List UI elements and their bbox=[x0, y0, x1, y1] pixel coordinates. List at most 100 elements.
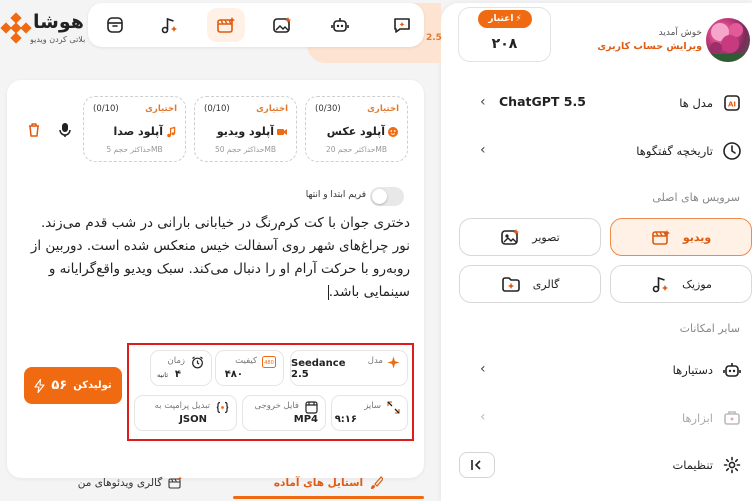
music-icon bbox=[650, 275, 670, 293]
model-pill-version: 2.5 bbox=[426, 33, 442, 43]
upload-title: آپلود صدا bbox=[113, 125, 163, 138]
service-label: گالری bbox=[532, 277, 560, 291]
section-title-main-services: سرویس های اصلی bbox=[652, 191, 740, 204]
service-label: تصویر bbox=[532, 230, 560, 244]
upload-count: (0/10) bbox=[204, 104, 230, 114]
chevron-left-icon[interactable]: ‹ bbox=[480, 409, 486, 425]
setting-value: ۹:۱۶ bbox=[334, 414, 357, 425]
setting-json[interactable]: تبدیل پرامپت به JSON bbox=[134, 395, 237, 431]
braces-icon bbox=[216, 401, 229, 414]
current-model-name[interactable]: ChatGPT 5.5 bbox=[499, 94, 586, 109]
tab-image[interactable] bbox=[263, 8, 301, 42]
trash-icon[interactable] bbox=[27, 122, 41, 138]
setting-duration[interactable]: زمان ۴ ثانیه bbox=[150, 350, 212, 386]
upload-image-card[interactable]: اختیاری (0/30) آپلود عکس حداکثر حجم 20MB bbox=[305, 96, 408, 162]
video-gallery-icon bbox=[168, 476, 183, 490]
bolt-icon: ⚡ bbox=[515, 14, 522, 24]
collapse-icon bbox=[469, 458, 485, 472]
upload-count: (0/10) bbox=[93, 104, 119, 114]
tab-ready-styles[interactable]: استایل های آماده bbox=[233, 468, 424, 498]
generate-label: تولیدکن bbox=[73, 380, 112, 391]
audio-upload-icon bbox=[165, 126, 177, 138]
frame-toggle-label: فریم ابتدا و انتها bbox=[305, 190, 366, 200]
image-icon bbox=[500, 228, 520, 246]
service-label: موزیک bbox=[682, 277, 712, 291]
upload-max-size: حداکثر حجم 50MB bbox=[214, 145, 277, 154]
upload-video-card[interactable]: اختیاری (0/10) آپلود ویدیو حداکثر حجم 50… bbox=[194, 96, 297, 162]
ai-chip-icon: AI bbox=[722, 93, 742, 113]
sidebar-item-models[interactable]: مدل ها AI bbox=[679, 88, 742, 118]
folder-icon bbox=[105, 15, 125, 35]
sidebar-item-settings[interactable]: تنظیمات bbox=[672, 450, 742, 480]
svg-text:AI: AI bbox=[728, 101, 736, 109]
service-image-button[interactable]: تصویر bbox=[459, 218, 601, 256]
tab-music[interactable] bbox=[150, 8, 188, 42]
resolution-icon: 480 bbox=[262, 356, 276, 368]
optional-label: اختیاری bbox=[145, 104, 177, 114]
setting-output[interactable]: فایل خروجی MP4 bbox=[242, 395, 326, 431]
section-title-other: سایر امکانات bbox=[679, 322, 740, 335]
setting-model[interactable]: مدل Seedance 2.5 bbox=[290, 350, 408, 386]
credit-badge: ⚡ اعتبار bbox=[478, 10, 532, 28]
setting-value: MP4 bbox=[293, 414, 318, 425]
image-icon bbox=[272, 15, 292, 35]
sidebar-item-label: تاریخچه گفتگوها bbox=[636, 144, 713, 158]
tab-video[interactable] bbox=[207, 8, 245, 42]
active-tab-indicator bbox=[233, 496, 424, 499]
resize-icon bbox=[387, 401, 400, 414]
sidebar-item-label: ابزارها bbox=[681, 411, 713, 425]
sidebar-item-assistants[interactable]: دستیارها bbox=[673, 355, 742, 385]
setting-value: Seedance 2.5 bbox=[291, 358, 346, 380]
sidebar-item-history[interactable]: تاریخچه گفتگوها bbox=[636, 136, 742, 166]
tab-gallery[interactable] bbox=[96, 8, 134, 42]
setting-unit: ثانیه bbox=[157, 371, 169, 379]
brush-icon bbox=[369, 476, 384, 490]
prompt-text: دختری جوان با کت کرم‌رنگ در خیابانی بارا… bbox=[30, 215, 410, 300]
service-music-button[interactable]: موزیک bbox=[610, 265, 752, 303]
upload-count: (0/30) bbox=[315, 104, 341, 114]
tab-chat[interactable] bbox=[383, 8, 421, 42]
video-icon bbox=[651, 228, 671, 246]
setting-size[interactable]: سایز ۹:۱۶ bbox=[331, 395, 408, 431]
generate-cost: ۵۶ bbox=[51, 378, 68, 393]
prompt-textarea[interactable]: دختری جوان با کت کرم‌رنگ در خیابانی بارا… bbox=[30, 212, 410, 304]
chat-icon bbox=[392, 15, 412, 35]
brand-tagline: بلاتی کردن ویدیو bbox=[30, 35, 86, 44]
image-upload-icon bbox=[387, 126, 399, 138]
avatar[interactable] bbox=[706, 18, 750, 62]
chevron-left-icon[interactable]: ‹ bbox=[480, 361, 486, 377]
tab-my-videos[interactable]: گالری ویدئوهای من bbox=[30, 468, 230, 498]
setting-label: فایل خروجی bbox=[254, 401, 299, 411]
chevron-left-icon[interactable]: ‹ bbox=[480, 142, 486, 158]
welcome-text: خوش آمدید bbox=[658, 28, 702, 38]
video-icon bbox=[216, 15, 236, 35]
service-gallery-button[interactable]: گالری bbox=[459, 265, 601, 303]
tab-label: استایل های آماده bbox=[273, 477, 364, 489]
edit-account-link[interactable]: ویرایش حساب کاربری bbox=[597, 41, 702, 52]
upload-max-size: حداکثر حجم 5MB bbox=[106, 145, 163, 154]
service-label: ویدیو bbox=[682, 230, 712, 244]
sidebar-item-label: تنظیمات bbox=[672, 458, 713, 472]
setting-quality[interactable]: 480 کیفیت ۴۸۰ bbox=[215, 350, 284, 386]
upload-title: آپلود ویدیو bbox=[216, 125, 274, 138]
collapse-sidebar-button[interactable] bbox=[459, 452, 495, 478]
setting-value: ۴۸۰ bbox=[224, 369, 243, 380]
optional-label: اختیاری bbox=[256, 104, 288, 114]
gallery-icon bbox=[501, 275, 521, 293]
generate-button[interactable]: تولیدکن ۵۶ bbox=[24, 367, 122, 404]
sparkle-icon bbox=[387, 356, 400, 369]
upload-audio-card[interactable]: اختیاری (0/10) آپلود صدا حداکثر حجم 5MB bbox=[83, 96, 186, 162]
upload-max-size: حداکثر حجم 20MB bbox=[325, 145, 388, 154]
microphone-icon[interactable] bbox=[58, 122, 72, 138]
robot-icon bbox=[722, 360, 742, 380]
chevron-left-icon[interactable]: ‹ bbox=[480, 94, 486, 110]
sidebar-item-tools[interactable]: ابزارها bbox=[682, 403, 742, 433]
clock-icon bbox=[722, 141, 742, 161]
bolt-icon bbox=[34, 378, 45, 393]
tab-label: گالری ویدئوهای من bbox=[77, 477, 163, 489]
logo-icon bbox=[0, 12, 32, 44]
tab-assistant[interactable] bbox=[321, 8, 359, 42]
film-icon bbox=[305, 401, 318, 414]
brand-name: هوشا bbox=[33, 11, 84, 33]
service-video-button[interactable]: ویدیو bbox=[610, 218, 752, 256]
